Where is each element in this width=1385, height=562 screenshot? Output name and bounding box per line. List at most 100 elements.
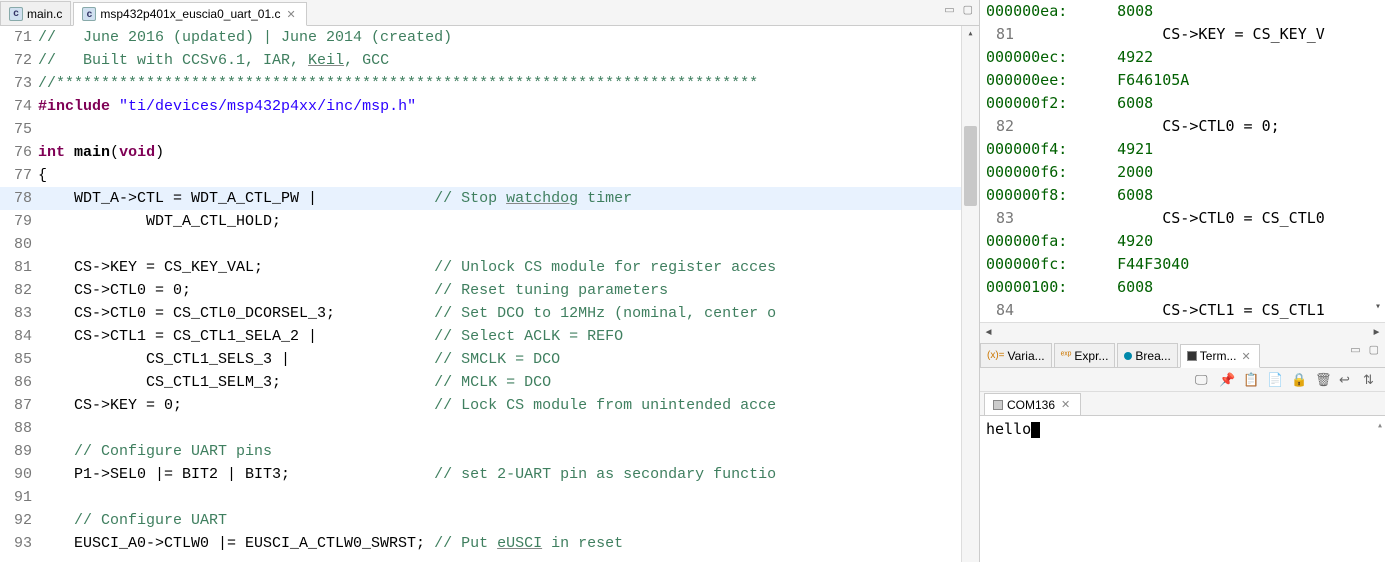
code-line[interactable]: 80 [0, 233, 979, 256]
disasm-address: 000000ec: [980, 46, 1090, 69]
disasm-line[interactable]: 82 CS->CTL0 = 0; [980, 115, 1385, 138]
code-content: #include "ti/devices/msp432p4xx/inc/msp.… [38, 95, 979, 118]
copy-icon[interactable]: 📋 [1243, 372, 1259, 388]
code-line[interactable]: 85 CS_CTL1_SELS_3 | // SMCLK = DCO [0, 348, 979, 371]
disasm-opcode: 6008 [1090, 184, 1385, 207]
toggle-icon[interactable]: ⇅ [1363, 372, 1379, 388]
code-line[interactable]: 93 EUSCI_A0->CTLW0 |= EUSCI_A_CTLW0_SWRS… [0, 532, 979, 555]
code-content: int main(void) [38, 141, 979, 164]
code-content: P1->SEL0 |= BIT2 | BIT3; // set 2-UART p… [38, 463, 979, 486]
disasm-line[interactable]: 000000f2: 6008 [980, 92, 1385, 115]
scroll-up-icon[interactable]: ▴ [1377, 420, 1383, 431]
minimize-icon[interactable]: ▭ [944, 3, 954, 16]
code-line[interactable]: 88 [0, 417, 979, 440]
disasm-line[interactable]: 00000100: 6008 [980, 276, 1385, 299]
line-number: 84 [0, 325, 38, 348]
code-content: CS->CTL0 = CS_CTL0_DCORSEL_3; // Set DCO… [38, 302, 979, 325]
disasm-line[interactable]: 000000fc: F44F3040 [980, 253, 1385, 276]
maximize-icon[interactable]: ▢ [1369, 343, 1379, 356]
disasm-line[interactable]: 81 CS->KEY = CS_KEY_V [980, 23, 1385, 46]
line-number: 92 [0, 509, 38, 532]
scroll-thumb[interactable] [964, 126, 977, 206]
disasm-source: CS->CTL0 = 0; [1090, 115, 1280, 138]
vertical-scrollbar[interactable]: ▴ [961, 26, 979, 562]
scroll-left-icon[interactable]: ◂ [984, 320, 993, 340]
code-content: CS->KEY = CS_KEY_VAL; // Unlock CS modul… [38, 256, 979, 279]
horizontal-scrollbar[interactable]: ◂ ▸ [980, 322, 1385, 340]
line-number: 71 [0, 26, 38, 49]
close-icon[interactable]: ✕ [1239, 350, 1252, 363]
code-line[interactable]: 89 // Configure UART pins [0, 440, 979, 463]
code-line[interactable]: 76int main(void) [0, 141, 979, 164]
disasm-line[interactable]: 000000f8: 6008 [980, 184, 1385, 207]
code-line[interactable]: 82 CS->CTL0 = 0; // Reset tuning paramet… [0, 279, 979, 302]
code-line[interactable]: 81 CS->KEY = CS_KEY_VAL; // Unlock CS mo… [0, 256, 979, 279]
tab-main-c[interactable]: c main.c [0, 1, 71, 25]
pin-icon[interactable]: 📌 [1219, 372, 1235, 388]
tab-expressions[interactable]: ᵉˣᵖ Expr... [1054, 343, 1116, 367]
clear-icon[interactable]: 🗑 [1315, 372, 1331, 388]
code-line[interactable]: 83 CS->CTL0 = CS_CTL0_DCORSEL_3; // Set … [0, 302, 979, 325]
code-line[interactable]: 78 WDT_A->CTL = WDT_A_CTL_PW | // Stop w… [0, 187, 979, 210]
disasm-line[interactable]: 84 CS->CTL1 = CS_CTL1 [980, 299, 1385, 322]
scroll-up-icon[interactable]: ▴ [962, 26, 979, 44]
code-line[interactable]: 77{ [0, 164, 979, 187]
editor-tab-bar: c main.c c msp432p401x_euscia0_uart_01.c… [0, 0, 979, 26]
tab-variables[interactable]: (x)= Varia... [980, 343, 1052, 367]
connection-icon [993, 400, 1003, 410]
code-line[interactable]: 74#include "ti/devices/msp432p4xx/inc/ms… [0, 95, 979, 118]
variables-icon: (x)= [987, 350, 1005, 361]
code-line[interactable]: 86 CS_CTL1_SELM_3; // MCLK = DCO [0, 371, 979, 394]
disasm-line[interactable]: 83 CS->CTL0 = CS_CTL0 [980, 207, 1385, 230]
disasm-line[interactable]: 000000f6: 2000 [980, 161, 1385, 184]
disasm-line[interactable]: 000000f4: 4921 [980, 138, 1385, 161]
scroll-down-icon[interactable]: ▾ [1375, 295, 1381, 318]
wrap-icon[interactable]: ↩ [1339, 372, 1355, 388]
tab-uart-c[interactable]: c msp432p401x_euscia0_uart_01.c ✕ [73, 2, 306, 26]
code-content: CS->CTL0 = 0; // Reset tuning parameters [38, 279, 979, 302]
tab-breakpoints[interactable]: Brea... [1117, 343, 1177, 367]
code-line[interactable]: 73//************************************… [0, 72, 979, 95]
code-line[interactable]: 84 CS->CTL1 = CS_CTL1_SELA_2 | // Select… [0, 325, 979, 348]
minimize-icon[interactable]: ▭ [1350, 343, 1360, 356]
terminal-output[interactable]: hello ▴ [980, 416, 1385, 562]
code-line[interactable]: 91 [0, 486, 979, 509]
monitor-icon[interactable]: 🖵 [1195, 372, 1211, 388]
line-number: 75 [0, 118, 38, 141]
disassembly-view[interactable]: 000000ea: 800881 CS->KEY = CS_KEY_V00000… [980, 0, 1385, 340]
disasm-srcline: 84 [980, 299, 1090, 322]
terminal-toolbar: 🖵 📌 📋 📄 🔒 🗑 ↩ ⇅ [980, 368, 1385, 392]
disasm-line[interactable]: 000000fa: 4920 [980, 230, 1385, 253]
maximize-icon[interactable]: ▢ [963, 3, 973, 16]
code-line[interactable]: 72// Built with CCSv6.1, IAR, Keil, GCC [0, 49, 979, 72]
disasm-line[interactable]: 000000ec: 4922 [980, 46, 1385, 69]
code-editor[interactable]: 71// June 2016 (updated) | June 2014 (cr… [0, 26, 979, 562]
code-line[interactable]: 92 // Configure UART [0, 509, 979, 532]
disasm-line[interactable]: 000000ee: F646105A [980, 69, 1385, 92]
code-line[interactable]: 90 P1->SEL0 |= BIT2 | BIT3; // set 2-UAR… [0, 463, 979, 486]
close-icon[interactable]: ✕ [1059, 398, 1072, 411]
terminal-tab-com136[interactable]: COM136 ✕ [984, 393, 1081, 415]
disasm-source: CS->KEY = CS_KEY_V [1090, 23, 1325, 46]
line-number: 77 [0, 164, 38, 187]
terminal-tab-bar: COM136 ✕ [980, 392, 1385, 416]
disasm-address: 000000fa: [980, 230, 1090, 253]
line-number: 73 [0, 72, 38, 95]
tab-label: msp432p401x_euscia0_uart_01.c [100, 7, 280, 21]
code-line[interactable]: 71// June 2016 (updated) | June 2014 (cr… [0, 26, 979, 49]
line-number: 74 [0, 95, 38, 118]
code-line[interactable]: 87 CS->KEY = 0; // Lock CS module from u… [0, 394, 979, 417]
code-content: // Built with CCSv6.1, IAR, Keil, GCC [38, 49, 979, 72]
lock-icon[interactable]: 🔒 [1291, 372, 1307, 388]
code-line[interactable]: 75 [0, 118, 979, 141]
line-number: 76 [0, 141, 38, 164]
disasm-line[interactable]: 000000ea: 8008 [980, 0, 1385, 23]
code-content: // Configure UART pins [38, 440, 979, 463]
close-icon[interactable]: ✕ [284, 8, 297, 21]
tab-terminal[interactable]: Term... ✕ [1180, 344, 1260, 368]
disasm-source: CS->CTL0 = CS_CTL0 [1090, 207, 1325, 230]
code-line[interactable]: 79 WDT_A_CTL_HOLD; [0, 210, 979, 233]
paste-icon[interactable]: 📄 [1267, 372, 1283, 388]
scroll-right-icon[interactable]: ▸ [1372, 320, 1381, 340]
code-content: WDT_A->CTL = WDT_A_CTL_PW | // Stop watc… [38, 187, 979, 210]
